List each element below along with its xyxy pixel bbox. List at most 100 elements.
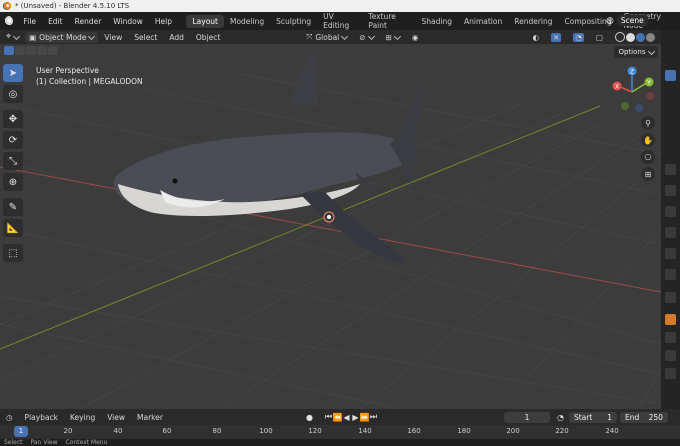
megalodon-model[interactable] bbox=[113, 52, 422, 263]
blender-logo-icon[interactable] bbox=[4, 16, 13, 26]
collection-properties-icon[interactable] bbox=[665, 292, 676, 303]
select-invert-icon[interactable] bbox=[37, 46, 47, 55]
world-properties-icon[interactable] bbox=[665, 269, 676, 280]
options-dropdown[interactable]: Options bbox=[614, 46, 658, 58]
end-frame-field[interactable]: End 250 bbox=[619, 411, 668, 423]
timeline-editor-type[interactable]: ◷ bbox=[0, 413, 19, 422]
view-layer-properties-icon[interactable] bbox=[665, 227, 676, 238]
menu-select[interactable]: Select bbox=[128, 33, 163, 42]
selection-mode-buttons bbox=[4, 46, 58, 55]
options-label: Options bbox=[618, 48, 646, 56]
cursor-tool-icon[interactable]: ◎ bbox=[3, 85, 23, 103]
overlay-toggle[interactable]: ◔ bbox=[567, 32, 590, 42]
marker-menu[interactable]: Marker bbox=[131, 413, 169, 422]
tab-texture-paint[interactable]: Texture Paint bbox=[362, 10, 415, 32]
tab-uv-editing[interactable]: UV Editing bbox=[317, 10, 362, 32]
start-frame-field[interactable]: Start 1 bbox=[568, 411, 617, 423]
perspective-toggle-icon[interactable]: ⊞ bbox=[641, 167, 655, 181]
ruler-tick: 80 bbox=[212, 427, 222, 435]
neg-z-handle[interactable] bbox=[635, 104, 643, 112]
solid-shading-icon[interactable] bbox=[626, 32, 635, 42]
pan-hand-icon[interactable]: ✋ bbox=[641, 133, 655, 147]
overlay-icon: ◔ bbox=[573, 32, 584, 42]
visibility-dropdown[interactable]: ◐ bbox=[527, 33, 546, 42]
next-keyframe-icon[interactable]: ⏩ bbox=[359, 413, 369, 422]
tab-sculpting[interactable]: Sculpting bbox=[270, 15, 317, 28]
output-properties-icon[interactable] bbox=[665, 206, 676, 217]
outliner-selected-row[interactable] bbox=[665, 70, 676, 81]
snap-dropdown[interactable]: ⊞ bbox=[380, 32, 406, 42]
tab-modeling[interactable]: Modeling bbox=[224, 15, 270, 28]
chevron-down-icon bbox=[88, 32, 96, 40]
navigation-gizmo[interactable]: Z Y X bbox=[606, 64, 658, 116]
object-mode-icon: ▣ bbox=[29, 32, 37, 42]
prev-keyframe-icon[interactable]: ⏪ bbox=[332, 413, 342, 422]
physics-properties-icon[interactable] bbox=[665, 350, 676, 361]
render-properties-icon[interactable] bbox=[665, 185, 676, 196]
select-box-tool-icon[interactable]: ➤ bbox=[3, 64, 23, 82]
constraints-properties-icon[interactable] bbox=[665, 368, 676, 379]
keying-menu[interactable]: Keying bbox=[64, 413, 101, 422]
playhead-frame[interactable]: 1 bbox=[14, 426, 28, 437]
tab-shading[interactable]: Shading bbox=[416, 15, 458, 28]
modifier-properties-icon[interactable] bbox=[665, 332, 676, 343]
material-shading-icon[interactable] bbox=[636, 32, 645, 42]
playback-menu[interactable]: Playback bbox=[19, 413, 64, 422]
rendered-shading-icon[interactable] bbox=[646, 32, 655, 42]
ruler-tick: 40 bbox=[113, 427, 123, 435]
scene-selector[interactable]: ◍ Scene bbox=[606, 14, 666, 27]
menu-file[interactable]: File bbox=[18, 17, 43, 26]
proportional-edit-button[interactable]: ◉ bbox=[406, 33, 425, 42]
menu-object[interactable]: Object bbox=[190, 33, 226, 42]
scene-name[interactable]: Scene bbox=[616, 15, 648, 26]
wireframe-shading-icon[interactable] bbox=[615, 32, 625, 42]
jump-end-icon[interactable]: ⏭ bbox=[369, 412, 378, 422]
pivot-icon: ⊘ bbox=[359, 32, 366, 42]
select-subtract-icon[interactable] bbox=[26, 46, 36, 55]
viewport-info: User Perspective (1) Collection | MEGALO… bbox=[36, 65, 143, 87]
object-properties-icon[interactable] bbox=[665, 314, 676, 325]
chevron-down-icon bbox=[647, 47, 655, 55]
tool-properties-icon[interactable] bbox=[665, 164, 676, 175]
gizmo-toggle[interactable]: ✕ bbox=[545, 32, 567, 42]
current-frame-field[interactable]: 1 bbox=[503, 411, 550, 423]
3d-viewport[interactable]: ➤ ◎ ✥ ⟳ ⤡ ⊕ ✎ 📐 ⬚ User Perspective (1) C… bbox=[0, 44, 661, 409]
menu-help[interactable]: Help bbox=[149, 17, 178, 26]
orientation-dropdown[interactable]: ⤧ Global bbox=[300, 32, 353, 42]
select-new-icon[interactable] bbox=[4, 46, 14, 55]
menu-view[interactable]: View bbox=[98, 33, 128, 42]
tab-layout[interactable]: Layout bbox=[186, 14, 224, 28]
y-axis-label: Y bbox=[646, 80, 651, 87]
camera-view-icon[interactable]: ⎔ bbox=[641, 150, 655, 164]
view-menu[interactable]: View bbox=[101, 413, 131, 422]
menu-edit[interactable]: Edit bbox=[42, 17, 69, 26]
clock-icon[interactable]: ◔ bbox=[556, 413, 565, 422]
neg-x-handle[interactable] bbox=[646, 92, 654, 100]
select-extend-icon[interactable] bbox=[15, 46, 25, 55]
neg-y-handle[interactable] bbox=[621, 102, 629, 110]
scale-tool-icon[interactable]: ⤡ bbox=[3, 152, 23, 170]
rotate-tool-icon[interactable]: ⟳ bbox=[3, 131, 23, 149]
menu-window[interactable]: Window bbox=[107, 17, 149, 26]
pivot-dropdown[interactable]: ⊘ bbox=[353, 32, 379, 42]
measure-tool-icon[interactable]: 📐 bbox=[3, 219, 23, 237]
xray-toggle[interactable]: ▢ bbox=[590, 33, 609, 42]
annotate-tool-icon[interactable]: ✎ bbox=[3, 198, 23, 216]
menu-add[interactable]: Add bbox=[163, 33, 190, 42]
transform-tool-icon[interactable]: ⊕ bbox=[3, 173, 23, 191]
add-cube-tool-icon[interactable]: ⬚ bbox=[3, 244, 23, 262]
editor-type-button[interactable]: ⌖ bbox=[0, 32, 25, 42]
play-reverse-icon[interactable]: ◀ bbox=[342, 413, 351, 422]
tab-rendering[interactable]: Rendering bbox=[508, 15, 558, 28]
scene-properties-icon[interactable] bbox=[665, 248, 676, 259]
menu-render[interactable]: Render bbox=[69, 17, 108, 26]
move-tool-icon[interactable]: ✥ bbox=[3, 110, 23, 128]
shading-modes[interactable] bbox=[609, 32, 661, 42]
zoom-icon[interactable]: ⚲ bbox=[641, 116, 655, 130]
mode-dropdown[interactable]: ▣ Object Mode bbox=[25, 31, 99, 43]
tab-animation[interactable]: Animation bbox=[458, 15, 508, 28]
timeline-header: ◷ Playback Keying View Marker ● ⏮ ⏪ ◀ ▶ … bbox=[0, 409, 680, 425]
timeline-ruler[interactable]: 20 40 60 80 100 120 140 160 180 200 220 … bbox=[0, 425, 680, 439]
select-intersect-icon[interactable] bbox=[48, 46, 58, 55]
auto-keying-icon[interactable]: ● bbox=[305, 413, 314, 422]
